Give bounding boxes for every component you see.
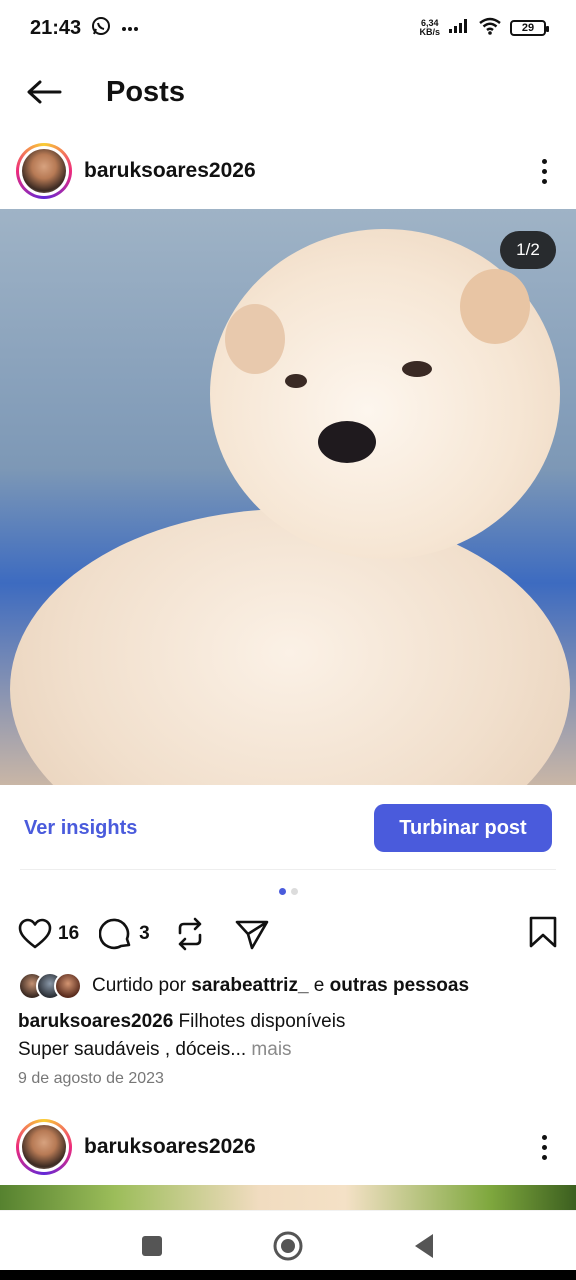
next-post-username[interactable]: baruksoares2026 bbox=[84, 1135, 256, 1159]
status-right: 6,34 KB/s 29 bbox=[419, 17, 549, 40]
post-actions: 16 3 bbox=[0, 908, 576, 960]
more-dot bbox=[541, 1134, 547, 1140]
puppy-nose bbox=[318, 421, 376, 463]
mini-avatar bbox=[54, 972, 82, 1000]
boost-post-button[interactable]: Turbinar post bbox=[374, 804, 552, 852]
avatar-border bbox=[19, 1122, 69, 1172]
comments-count: 3 bbox=[139, 923, 150, 944]
liked-by-text: Curtido por sarabeattriz_ e outras pesso… bbox=[92, 975, 469, 997]
caption-line-1: baruksoares2026 Filhotes disponíveis bbox=[18, 1008, 558, 1036]
screen-bottom-edge bbox=[0, 1270, 576, 1280]
comment-icon bbox=[99, 918, 131, 950]
liked-by-mid: e bbox=[308, 975, 330, 996]
caption-username[interactable]: baruksoares2026 bbox=[18, 1011, 173, 1032]
more-options-button[interactable] bbox=[530, 151, 558, 191]
next-post-header: baruksoares2026 bbox=[0, 1115, 576, 1179]
square-icon bbox=[142, 1235, 162, 1256]
status-bar: 21:43 6,34 KB/s 29 bbox=[0, 0, 576, 56]
caption-text-2: Super saudáveis , dóceis... bbox=[18, 1039, 247, 1060]
more-dot bbox=[541, 1154, 547, 1160]
repost-button[interactable] bbox=[174, 917, 206, 951]
whatsapp-icon bbox=[91, 16, 111, 41]
post-header: baruksoares2026 bbox=[0, 139, 576, 203]
liked-by-others[interactable]: outras pessoas bbox=[330, 975, 469, 996]
wifi-icon bbox=[478, 17, 502, 40]
puppy-body bbox=[10, 509, 570, 785]
divider bbox=[20, 869, 556, 870]
post-username[interactable]: baruksoares2026 bbox=[84, 159, 256, 183]
puppy-ear-left bbox=[225, 304, 285, 374]
caption-text-1: Filhotes disponíveis bbox=[173, 1011, 346, 1032]
caption-line-2: Super saudáveis , dóceis... mais bbox=[18, 1036, 558, 1064]
post-caption: baruksoares2026 Filhotes disponíveis Sup… bbox=[18, 1008, 558, 1064]
repost-icon bbox=[178, 917, 202, 951]
triangle-back-icon bbox=[415, 1233, 433, 1258]
puppy-eye-left bbox=[285, 374, 307, 388]
puppy-ear-right bbox=[460, 269, 530, 344]
share-button[interactable] bbox=[234, 918, 270, 950]
signal-icon bbox=[448, 18, 470, 39]
comment-button[interactable]: 3 bbox=[99, 917, 150, 951]
puppy-eye-right bbox=[402, 361, 432, 377]
liked-by-avatars bbox=[18, 972, 82, 1000]
send-icon bbox=[235, 920, 269, 950]
arrow-left-icon bbox=[27, 80, 62, 104]
image-counter: 1/2 bbox=[500, 231, 556, 269]
avatar[interactable] bbox=[16, 1119, 72, 1175]
carousel-dot bbox=[290, 888, 298, 895]
more-notifications-icon bbox=[121, 19, 139, 37]
caption-more-link[interactable]: mais bbox=[246, 1039, 291, 1060]
carousel-indicator bbox=[0, 888, 576, 895]
battery-icon: 29 bbox=[510, 20, 549, 36]
liked-by-prefix: Curtido por bbox=[92, 975, 192, 996]
back-button[interactable] bbox=[16, 64, 72, 120]
more-dot bbox=[541, 168, 547, 174]
avatar-image bbox=[22, 149, 66, 193]
post-image[interactable]: 1/2 bbox=[0, 209, 576, 785]
more-dot bbox=[541, 178, 547, 184]
avatar-border bbox=[19, 146, 69, 196]
post-date: 9 de agosto de 2023 bbox=[18, 1070, 164, 1087]
like-button[interactable]: 16 bbox=[18, 918, 79, 950]
page-header: Posts bbox=[0, 64, 576, 120]
more-options-button[interactable] bbox=[530, 1127, 558, 1167]
home-button[interactable] bbox=[268, 1226, 308, 1266]
view-insights-link[interactable]: Ver insights bbox=[24, 817, 137, 840]
status-left: 21:43 bbox=[30, 16, 139, 41]
insights-row: Ver insights Turbinar post bbox=[0, 800, 576, 856]
avatar-image bbox=[22, 1125, 66, 1169]
avatar[interactable] bbox=[16, 143, 72, 199]
more-dot bbox=[541, 1144, 547, 1150]
liked-by-user[interactable]: sarabeattriz_ bbox=[191, 975, 308, 996]
recents-button[interactable] bbox=[132, 1226, 172, 1266]
status-time: 21:43 bbox=[30, 16, 82, 39]
bookmark-icon bbox=[529, 916, 557, 947]
carousel-dot-active bbox=[278, 888, 286, 895]
network-speed-unit: KB/s bbox=[419, 27, 440, 37]
save-button[interactable] bbox=[528, 916, 558, 953]
heart-icon bbox=[18, 918, 52, 949]
liked-by-row[interactable]: Curtido por sarabeattriz_ e outras pesso… bbox=[18, 966, 469, 1006]
likes-count: 16 bbox=[58, 923, 80, 944]
more-dot bbox=[541, 158, 547, 164]
circle-icon bbox=[273, 1231, 303, 1260]
network-speed: 6,34 KB/s bbox=[419, 19, 440, 37]
page-title: Posts bbox=[106, 75, 185, 108]
back-nav-button[interactable] bbox=[404, 1226, 444, 1266]
